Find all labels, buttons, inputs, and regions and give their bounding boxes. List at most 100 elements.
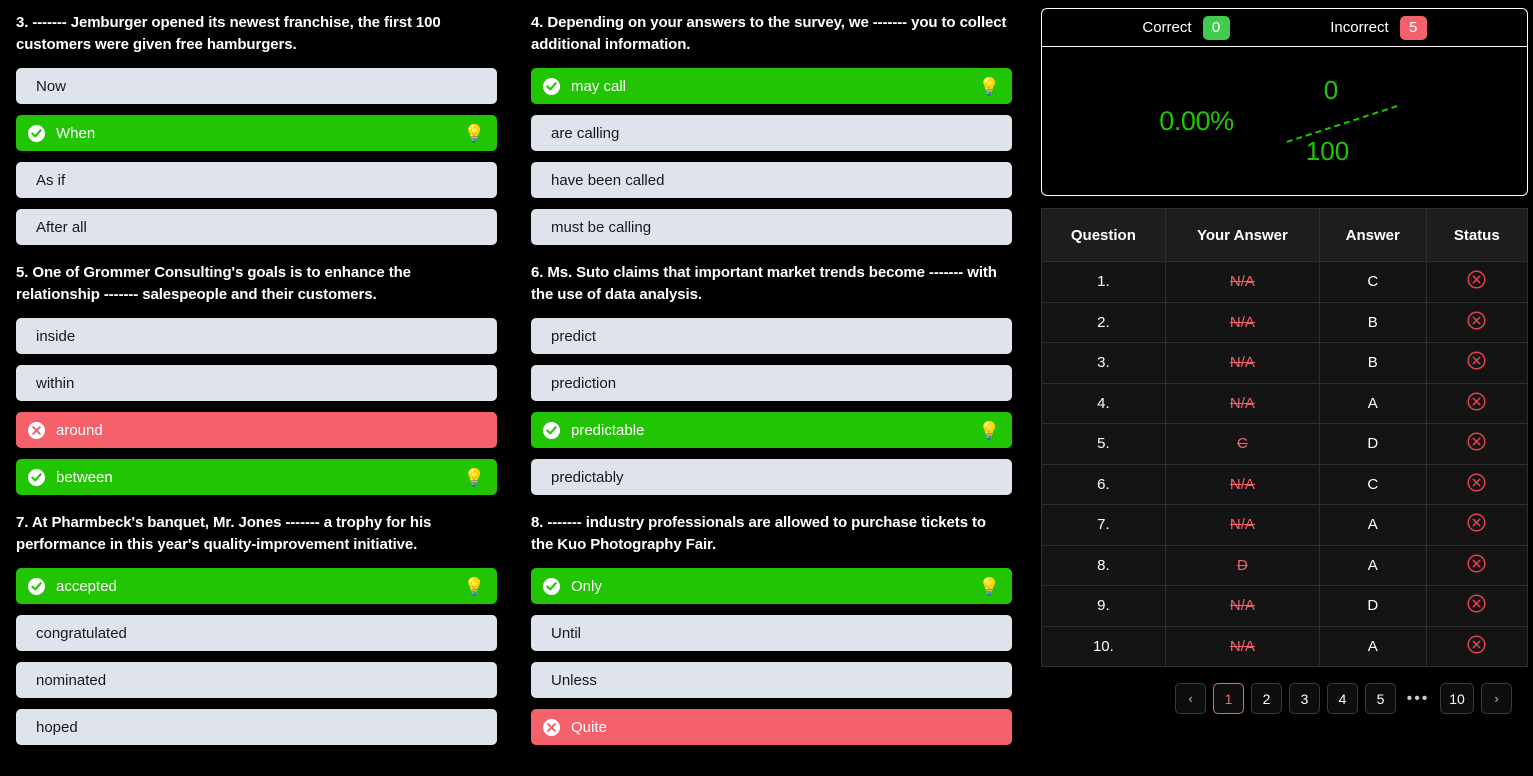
- answer-option-neutral[interactable]: hoped💡: [16, 709, 497, 745]
- answer-option-correct[interactable]: may call 💡: [531, 68, 1012, 104]
- answer-option-neutral[interactable]: have been called💡: [531, 162, 1012, 198]
- answer-option-label: Quite: [571, 719, 607, 735]
- pagination-page-button[interactable]: 1: [1213, 683, 1244, 714]
- table-row: 6. N/A C: [1041, 463, 1529, 505]
- answer-option-neutral[interactable]: Until💡: [531, 615, 1012, 651]
- chevron-right-icon: ›: [1494, 691, 1499, 706]
- cell-correct-answer: C: [1319, 463, 1427, 505]
- your-answer-value: N/A: [1229, 313, 1255, 331]
- answer-option-label: must be calling: [551, 219, 652, 235]
- answer-option-label: As if: [36, 172, 66, 188]
- question-text: 6. Ms. Suto claims that important market…: [531, 264, 997, 303]
- status-incorrect-icon: [1467, 635, 1486, 654]
- answer-option-label: When: [56, 125, 96, 141]
- table-header-row: Question Your Answer Answer Status: [1041, 208, 1529, 262]
- pagination-page-button[interactable]: 2: [1251, 683, 1282, 714]
- cell-status: [1425, 382, 1529, 424]
- status-incorrect-icon: [1467, 270, 1486, 289]
- answer-option-neutral[interactable]: are calling💡: [531, 115, 1012, 151]
- pagination-next-button[interactable]: ›: [1481, 683, 1512, 714]
- cell-your-answer: N/A: [1164, 261, 1321, 303]
- your-answer-value: C: [1236, 435, 1248, 453]
- column-header: Question: [1041, 208, 1166, 262]
- pagination-ellipsis: •••: [1406, 689, 1430, 707]
- answer-option-incorrect[interactable]: around💡: [16, 412, 497, 448]
- answer-option-neutral[interactable]: nominated💡: [16, 662, 497, 698]
- answer-option-label: hoped: [36, 719, 78, 735]
- your-answer-value: N/A: [1229, 597, 1255, 615]
- cell-question-number: 5.: [1041, 423, 1166, 465]
- pagination: ‹ 1 2 3 4 5 ••• 10 ›: [1041, 683, 1528, 714]
- answer-option-label: around: [56, 422, 103, 438]
- x-circle-icon: [543, 718, 560, 736]
- results-table: Question Your Answer Answer Status 1. N/A C 2.…: [1041, 208, 1529, 667]
- status-incorrect-icon: [1467, 473, 1486, 492]
- chevron-left-icon: ‹: [1188, 691, 1193, 706]
- cell-your-answer: N/A: [1164, 301, 1321, 343]
- table-row: 5. C D: [1041, 423, 1529, 465]
- answer-option-correct[interactable]: accepted 💡: [16, 568, 497, 604]
- option-list: may call 💡 are calling💡 have been called💡 mu…: [531, 68, 1012, 245]
- question-block: 6. Ms. Suto claims that important market…: [515, 256, 1030, 506]
- answer-option-label: predictable: [571, 422, 645, 438]
- cell-status: [1425, 585, 1529, 627]
- answer-option-label: are calling: [551, 125, 620, 141]
- pagination-last-page-button[interactable]: 10: [1440, 683, 1474, 714]
- answer-option-neutral[interactable]: predict💡: [531, 318, 1012, 354]
- question-text: 8. ------- industry professionals are al…: [531, 514, 986, 553]
- stats-sidebar: Correct 0 Incorrect 5 0.00% 0 100 Questi…: [1030, 0, 1533, 776]
- column-header: Status: [1425, 208, 1529, 262]
- your-answer-value: N/A: [1229, 273, 1255, 291]
- cell-status: [1425, 342, 1529, 384]
- option-list: inside💡 within💡 around💡 between 💡: [16, 318, 497, 495]
- answer-option-neutral[interactable]: prediction💡: [531, 365, 1012, 401]
- check-circle-icon: [28, 577, 45, 595]
- answer-option-neutral[interactable]: congratulated💡: [16, 615, 497, 651]
- answer-option-correct[interactable]: Only 💡: [531, 568, 1012, 604]
- answer-option-label: accepted: [56, 578, 117, 594]
- correct-count-badge: 0: [1202, 15, 1230, 40]
- question-block: 4. Depending on your answers to the surv…: [515, 6, 1030, 256]
- option-list: Only 💡 Until💡 Unless💡 Quite💡: [531, 568, 1012, 745]
- option-list: predict💡prediction💡predictable💡predictab…: [531, 318, 1012, 495]
- table-row: 8. D A: [1041, 544, 1529, 586]
- cell-your-answer: C: [1164, 423, 1321, 465]
- pagination-page-button[interactable]: 3: [1289, 683, 1320, 714]
- answer-option-label: within: [36, 375, 75, 391]
- answer-option-incorrect[interactable]: Quite💡: [531, 709, 1012, 745]
- pagination-prev-button[interactable]: ‹: [1175, 683, 1206, 714]
- table-row: 3. N/A B: [1041, 342, 1529, 384]
- answer-option-correct[interactable]: predictable 💡: [531, 412, 1012, 448]
- answer-option-neutral[interactable]: After all💡: [16, 209, 497, 245]
- answer-option-correct[interactable]: When 💡: [16, 115, 497, 151]
- status-incorrect-icon: [1467, 311, 1486, 330]
- answer-option-neutral[interactable]: Now💡: [16, 68, 497, 104]
- answer-option-label: Unless: [551, 672, 597, 688]
- cell-correct-answer: C: [1319, 261, 1427, 303]
- lightbulb-icon: 💡: [978, 420, 1000, 440]
- score-percentage: 0.00%: [1159, 105, 1234, 136]
- questions-area: 3. ------- Jemburger opened its newest f…: [0, 0, 1030, 776]
- answer-option-label: may call: [571, 78, 627, 94]
- table-row: 1. N/A C: [1041, 261, 1529, 303]
- your-answer-value: N/A: [1229, 637, 1255, 655]
- column-header: Answer: [1319, 208, 1427, 262]
- cell-correct-answer: D: [1319, 423, 1427, 465]
- status-incorrect-icon: [1467, 432, 1486, 451]
- cell-correct-answer: A: [1319, 504, 1427, 546]
- answer-option-correct[interactable]: between 💡: [16, 459, 497, 495]
- answer-option-neutral[interactable]: must be calling💡: [531, 209, 1012, 245]
- results-table-head: Question Your Answer Answer Status: [1041, 208, 1529, 262]
- your-answer-value: N/A: [1229, 475, 1255, 493]
- answer-option-neutral[interactable]: As if💡: [16, 162, 497, 198]
- answer-option-neutral[interactable]: Unless💡: [531, 662, 1012, 698]
- answer-option-neutral[interactable]: inside💡: [16, 318, 497, 354]
- answer-option-neutral[interactable]: within💡: [16, 365, 497, 401]
- pagination-page-button[interactable]: 5: [1365, 683, 1396, 714]
- pagination-page-button[interactable]: 4: [1327, 683, 1358, 714]
- question-block: 7. At Pharmbeck's banquet, Mr. Jones ---…: [0, 506, 515, 756]
- question-text: 4. Depending on your answers to the surv…: [531, 14, 1007, 53]
- status-incorrect-icon: [1467, 392, 1486, 411]
- answer-option-label: predict: [551, 328, 597, 344]
- answer-option-neutral[interactable]: predictably💡: [531, 459, 1012, 495]
